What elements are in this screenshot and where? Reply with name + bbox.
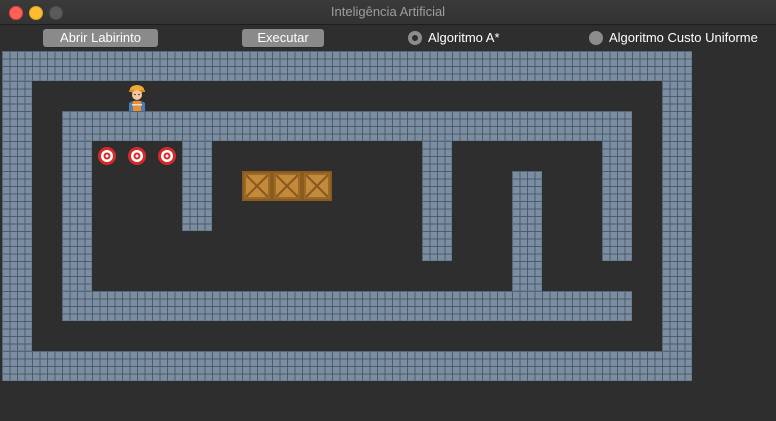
target-icon <box>152 141 182 171</box>
maze-wall <box>2 81 32 351</box>
maze-wall <box>422 141 452 261</box>
target-icon <box>92 141 122 171</box>
worker-icon <box>122 81 152 111</box>
radio-label-astar: Algoritmo A* <box>428 30 500 45</box>
maze-wall <box>62 141 92 291</box>
radio-button-selected[interactable] <box>408 31 422 45</box>
maze-board <box>2 51 692 381</box>
radio-label-uniform-cost: Algoritmo Custo Uniforme <box>609 30 758 45</box>
crate-icon <box>242 171 272 201</box>
title-bar: Inteligência Artificial <box>0 0 776 25</box>
maze-wall <box>662 81 692 351</box>
maze-wall <box>512 171 542 291</box>
radio-button-unselected[interactable] <box>589 31 603 45</box>
run-button[interactable]: Executar <box>242 29 324 47</box>
maze-wall <box>2 51 692 81</box>
window-title: Inteligência Artificial <box>330 4 446 19</box>
radio-algorithm-uniform-cost[interactable]: Algoritmo Custo Uniforme <box>589 30 774 46</box>
maze-wall <box>182 141 212 231</box>
maze-wall <box>602 141 632 261</box>
open-maze-button[interactable]: Abrir Labirinto <box>43 29 158 47</box>
crate-icon <box>302 171 332 201</box>
maze-wall <box>62 111 632 141</box>
radio-algorithm-astar[interactable]: Algoritmo A* <box>408 30 518 46</box>
maze-wall <box>62 291 632 321</box>
maze-wall <box>2 351 692 381</box>
crate-icon <box>272 171 302 201</box>
target-icon <box>122 141 152 171</box>
